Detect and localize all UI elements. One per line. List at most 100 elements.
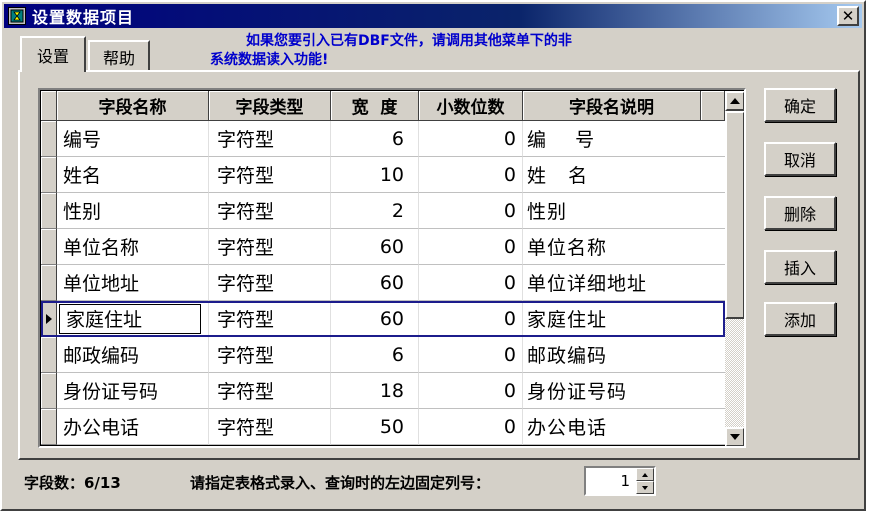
cell-description[interactable]: 身份证号码 (523, 373, 701, 409)
cell-description[interactable]: 单位详细地址 (523, 265, 701, 301)
cell-decimals-text: 0 (503, 235, 516, 258)
cell-field-name[interactable]: 家庭住址 (57, 301, 209, 337)
cell-width[interactable]: 6 (331, 337, 419, 373)
cell-field-type-text: 字符型 (217, 417, 275, 439)
import-hint: 如果您要引入已有DBF文件，请调用其他菜单下的非 系统数据读入功能! (210, 32, 680, 70)
cell-description[interactable]: 性别 (523, 193, 701, 229)
cell-width[interactable]: 6 (331, 121, 419, 157)
cell-filler (701, 301, 725, 337)
table-row[interactable]: 办公电话 字符型 50 0 办公电话 (41, 409, 725, 445)
scroll-down-button[interactable] (725, 427, 744, 446)
cell-description[interactable]: 姓 名 (523, 157, 701, 193)
column-header-description[interactable]: 字段名说明 (523, 91, 701, 121)
field-grid[interactable]: 字段名称 字段类型 宽 度 小数位数 字段名说明 编号 字符型 6 0 编 号姓名 字符型… (38, 88, 746, 448)
table-row[interactable]: 姓名 字符型 10 0 姓 名 (41, 157, 725, 193)
cell-description-text: 邮政编码 (527, 345, 608, 367)
cell-description[interactable]: 编 号 (523, 121, 701, 157)
cell-decimals[interactable]: 0 (419, 337, 523, 373)
table-row[interactable]: 编号 字符型 6 0 编 号 (41, 121, 725, 157)
cell-width[interactable]: 2 (331, 193, 419, 229)
cell-edit-input[interactable]: 家庭住址 (59, 303, 201, 334)
column-header-decimals[interactable]: 小数位数 (419, 91, 523, 121)
cell-field-type[interactable]: 字符型 (209, 193, 331, 229)
cell-decimals[interactable]: 0 (419, 157, 523, 193)
cell-filler (701, 337, 725, 373)
cell-width[interactable]: 18 (331, 373, 419, 409)
cell-field-name[interactable]: 单位地址 (57, 265, 209, 301)
table-row[interactable]: 家庭住址 字符型 60 0 家庭住址 (41, 301, 725, 337)
tab-help[interactable]: 帮助 (88, 40, 150, 72)
row-selector[interactable] (41, 373, 57, 409)
freeze-column-spinner[interactable]: 1 (584, 466, 656, 496)
current-row-pointer-icon (45, 313, 52, 324)
table-row[interactable]: 邮政编码 字符型 6 0 邮政编码 (41, 337, 725, 373)
cell-decimals[interactable]: 0 (419, 301, 523, 337)
column-header-width[interactable]: 宽 度 (331, 91, 419, 121)
cell-decimals[interactable]: 0 (419, 265, 523, 301)
freeze-column-value[interactable]: 1 (586, 468, 636, 494)
cell-width[interactable]: 60 (331, 301, 419, 337)
cell-field-name[interactable]: 办公电话 (57, 409, 209, 445)
cell-field-type[interactable]: 字符型 (209, 157, 331, 193)
cell-field-name[interactable]: 邮政编码 (57, 337, 209, 373)
column-header-field-name[interactable]: 字段名称 (57, 91, 209, 121)
cancel-button[interactable]: 取消 (764, 142, 836, 176)
grid-vertical-scrollbar[interactable] (725, 91, 744, 446)
row-selector[interactable] (41, 157, 57, 193)
cell-filler (701, 409, 725, 445)
close-button[interactable]: ✕ (837, 6, 859, 26)
cell-field-type[interactable]: 字符型 (209, 409, 331, 445)
cell-field-name[interactable]: 姓名 (57, 157, 209, 193)
cell-field-type[interactable]: 字符型 (209, 229, 331, 265)
table-row[interactable]: 单位名称 字符型 60 0 单位名称 (41, 229, 725, 265)
cell-description[interactable]: 办公电话 (523, 409, 701, 445)
cell-width-text: 60 (379, 271, 404, 294)
row-selector[interactable] (41, 229, 57, 265)
cell-decimals[interactable]: 0 (419, 409, 523, 445)
cell-description[interactable]: 单位名称 (523, 229, 701, 265)
arrow-down-icon (730, 434, 740, 440)
row-selector[interactable] (41, 301, 57, 337)
cell-decimals[interactable]: 0 (419, 121, 523, 157)
spinner-down-button[interactable] (636, 481, 654, 494)
cell-decimals[interactable]: 0 (419, 373, 523, 409)
cell-field-type[interactable]: 字符型 (209, 373, 331, 409)
cell-field-name[interactable]: 身份证号码 (57, 373, 209, 409)
cell-field-type[interactable]: 字符型 (209, 121, 331, 157)
cell-field-name[interactable]: 编号 (57, 121, 209, 157)
cell-field-name[interactable]: 单位名称 (57, 229, 209, 265)
row-selector[interactable] (41, 193, 57, 229)
row-selector[interactable] (41, 121, 57, 157)
cell-decimals[interactable]: 0 (419, 229, 523, 265)
ok-button[interactable]: 确定 (764, 88, 836, 122)
row-selector[interactable] (41, 337, 57, 373)
cell-field-type[interactable]: 字符型 (209, 337, 331, 373)
cell-field-name-text: 单位名称 (63, 237, 140, 259)
tab-settings-label: 设置 (36, 47, 69, 66)
row-selector[interactable] (41, 409, 57, 445)
row-selector[interactable] (41, 265, 57, 301)
cell-decimals[interactable]: 0 (419, 193, 523, 229)
cell-width[interactable]: 60 (331, 229, 419, 265)
table-row[interactable]: 性别 字符型 2 0 性别 (41, 193, 725, 229)
delete-button[interactable]: 删除 (764, 196, 836, 230)
table-row[interactable]: 单位地址 字符型 60 0 单位详细地址 (41, 265, 725, 301)
column-header-field-type[interactable]: 字段类型 (209, 91, 331, 121)
cell-field-name[interactable]: 性别 (57, 193, 209, 229)
scroll-thumb[interactable] (725, 111, 744, 319)
cell-description[interactable]: 家庭住址 (523, 301, 701, 337)
cell-field-type-text: 字符型 (217, 165, 275, 187)
cell-field-type[interactable]: 字符型 (209, 265, 331, 301)
cell-width[interactable]: 50 (331, 409, 419, 445)
spinner-up-button[interactable] (636, 468, 654, 481)
cell-width[interactable]: 60 (331, 265, 419, 301)
cell-field-type[interactable]: 字符型 (209, 301, 331, 337)
scroll-up-button[interactable] (725, 91, 744, 111)
cell-width[interactable]: 10 (331, 157, 419, 193)
table-row[interactable]: 身份证号码 字符型 18 0 身份证号码 (41, 373, 725, 409)
insert-button[interactable]: 插入 (764, 250, 836, 284)
cell-description[interactable]: 邮政编码 (523, 337, 701, 373)
add-button[interactable]: 添加 (764, 302, 836, 336)
tab-settings[interactable]: 设置 (20, 36, 86, 72)
title-bar[interactable]: 设置数据项目 ✕ (4, 4, 862, 28)
